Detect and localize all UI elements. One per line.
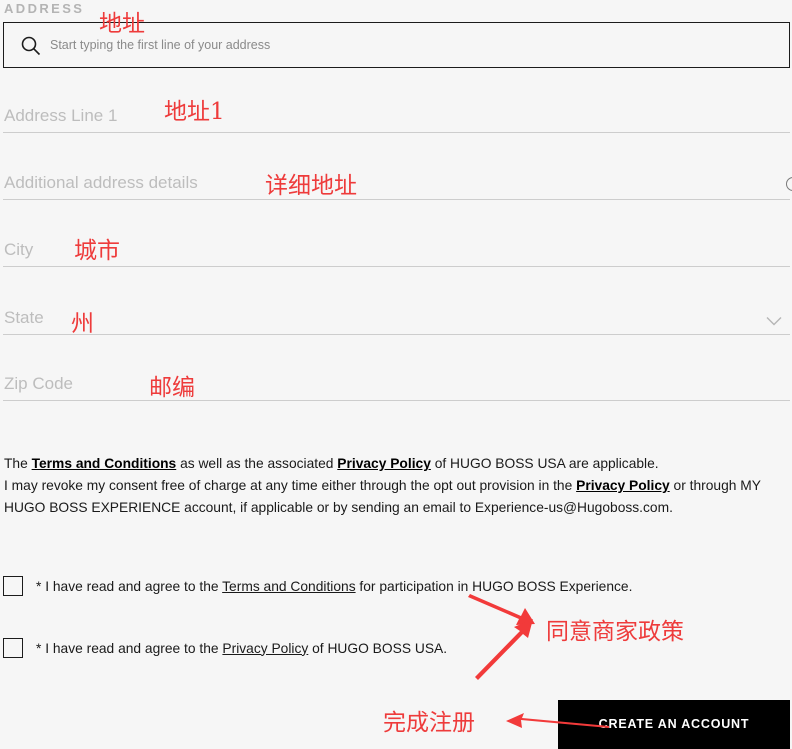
annotation-zip: 邮编	[149, 375, 195, 401]
state-input[interactable]	[4, 308, 744, 328]
privacy-policy-link-2[interactable]: Privacy Policy	[576, 478, 670, 493]
annotation-address: 地址	[99, 11, 145, 37]
terms-and-conditions-link[interactable]: Terms and Conditions	[32, 456, 177, 471]
zip-code-field[interactable]	[3, 366, 790, 401]
privacy-consent-link[interactable]: Privacy Policy	[222, 641, 308, 656]
address-line-1-field[interactable]	[3, 98, 790, 133]
terms-consent-checkbox[interactable]	[3, 576, 23, 596]
chevron-down-icon[interactable]	[766, 316, 782, 326]
terms-consent-link[interactable]: Terms and Conditions	[222, 579, 355, 594]
privacy-consent-label: * I have read and agree to the Privacy P…	[36, 640, 448, 656]
additional-address-details-field[interactable]	[3, 165, 792, 200]
annotation-agree-policies: 同意商家政策	[546, 619, 684, 645]
legal-paragraph-2: I may revoke my consent free of charge a…	[4, 478, 761, 515]
terms-consent-label: * I have read and agree to the Terms and…	[36, 578, 633, 594]
address-search-input[interactable]	[50, 23, 750, 67]
privacy-consent-row: * I have read and agree to the Privacy P…	[3, 638, 447, 658]
address-section-label: ADDRESS	[4, 1, 85, 16]
legal-notice: The Terms and Conditions as well as the …	[4, 453, 784, 519]
terms-consent-row: * I have read and agree to the Terms and…	[3, 576, 632, 596]
annotation-city: 城市	[74, 238, 120, 264]
annotation-complete-registration: 完成注册	[383, 710, 475, 736]
privacy-consent-checkbox[interactable]	[3, 638, 23, 658]
zip-code-input[interactable]	[4, 374, 744, 394]
annotation-arrow-upper	[468, 594, 535, 625]
additional-address-details-input[interactable]	[4, 173, 744, 193]
annotation-address-line-1: 地址1	[164, 99, 225, 125]
annotation-arrow-lower	[475, 619, 533, 680]
annotation-state: 州	[71, 311, 94, 337]
legal-paragraph-1: The Terms and Conditions as well as the …	[4, 456, 659, 471]
city-field[interactable]	[3, 232, 790, 267]
info-icon[interactable]	[786, 177, 792, 191]
privacy-policy-link[interactable]: Privacy Policy	[337, 456, 431, 471]
state-select[interactable]	[3, 300, 790, 335]
create-account-button[interactable]: CREATE AN ACCOUNT	[558, 700, 790, 749]
annotation-details: 详细地址	[265, 173, 357, 199]
search-icon	[21, 36, 41, 56]
address-line-1-input[interactable]	[4, 106, 744, 126]
